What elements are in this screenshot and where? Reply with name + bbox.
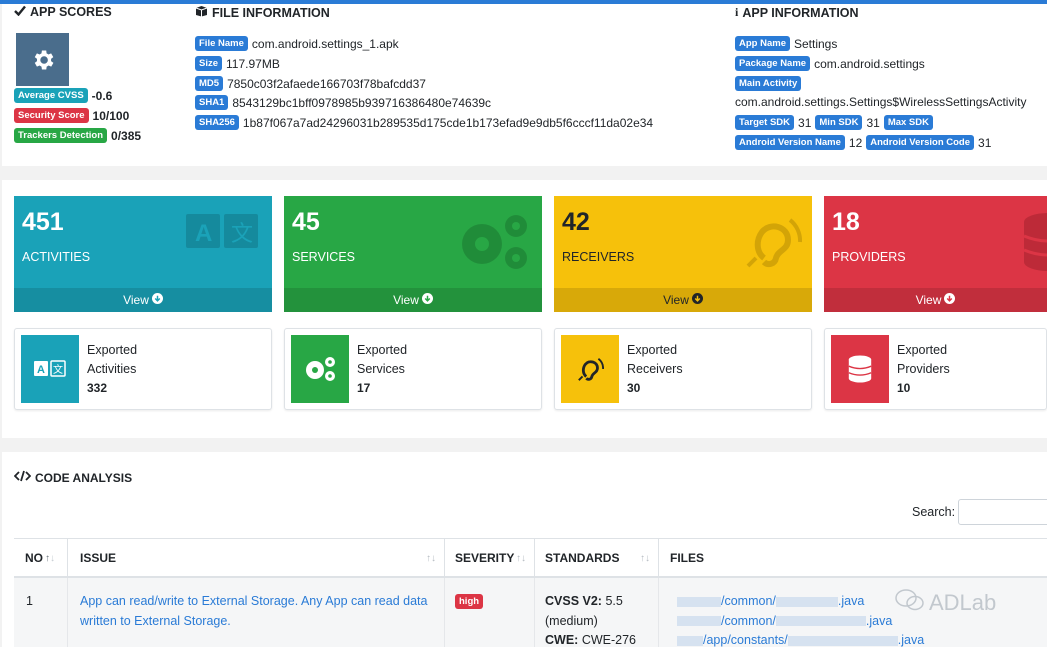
circle-arrow-down-icon — [944, 293, 956, 307]
sha1-row: SHA1 8543129bc1bff0978985b939716386480e7… — [195, 95, 491, 110]
sdk-row: Target SDK 31 Min SDK 31 Max SDK — [735, 115, 933, 130]
file-name-row: File Name com.android.settings_1.apk — [195, 36, 399, 51]
receivers-label: RECEIVERS — [562, 250, 635, 264]
search-label: Search: — [912, 505, 956, 519]
watermark: ADLab — [895, 588, 996, 618]
circle-arrow-down-icon — [151, 293, 163, 307]
exported-activities-count: 332 — [87, 381, 108, 395]
check-icon — [14, 5, 26, 19]
database-icon — [831, 335, 889, 403]
version-row: Android Version Name 12 Android Version … — [735, 135, 991, 150]
database-icon — [1023, 212, 1047, 277]
average-cvss-badge: Average CVSS — [14, 88, 88, 103]
trackers-value: 0/385 — [111, 128, 142, 143]
ear-icon — [561, 335, 619, 403]
security-score-row: Security Score 10/100 — [14, 108, 129, 123]
exported-receivers-count: 30 — [627, 381, 641, 395]
sort-icon: ↑↓ — [426, 552, 436, 564]
code-icon — [13, 470, 32, 485]
app-name-row: App Name Settings — [735, 36, 837, 51]
circle-arrow-down-icon — [421, 293, 433, 307]
standards-cell: CVSS V2: 5.5 (medium) CWE: CWE-276 — [534, 578, 658, 647]
circle-arrow-down-icon — [691, 293, 703, 307]
code-analysis-title: CODE ANALYSIS — [13, 470, 132, 485]
box-icon — [195, 5, 208, 20]
severity-cell: high — [444, 578, 534, 647]
main-activity-row: Main Activity — [735, 76, 802, 91]
cogs-icon — [291, 335, 349, 403]
exported-providers-box: Exported Providers 10 — [824, 328, 1047, 410]
sort-asc-icon: ↑↓ — [45, 552, 55, 564]
sort-icon: ↑↓ — [516, 552, 526, 564]
exported-services-box: Exported Services 17 — [284, 328, 542, 410]
svg-text:文: 文 — [231, 222, 253, 247]
security-score-value: 10/100 — [92, 108, 130, 123]
app-info-title: i APP INFORMATION — [735, 5, 859, 20]
file-link[interactable]: /app/constants/.java — [677, 631, 1047, 647]
services-count: 45 — [292, 208, 320, 236]
column-header-standards[interactable]: STANDARDS ↑↓ — [534, 539, 658, 577]
security-score-badge: Security Score — [14, 108, 89, 123]
table-row: 1 App can read/write to External Storage… — [14, 578, 1047, 647]
trackers-row: Trackers Detection 0/385 — [14, 128, 141, 143]
severity-badge: high — [455, 594, 484, 610]
activities-label: ACTIVITIES — [22, 250, 91, 264]
providers-view-button[interactable]: View — [824, 288, 1047, 312]
trackers-badge: Trackers Detection — [14, 128, 108, 143]
receivers-count: 42 — [562, 208, 590, 236]
info-icon: i — [735, 5, 739, 19]
services-tile: 45 SERVICES View — [284, 196, 542, 312]
providers-count: 18 — [832, 208, 860, 236]
exported-receivers-box: Exported Receivers 30 — [554, 328, 812, 410]
exported-activities-box: A文 Exported Activities 332 — [14, 328, 272, 410]
services-label: SERVICES — [292, 250, 355, 264]
translate-icon: A文 — [21, 335, 79, 403]
column-header-severity[interactable]: SEVERITY ↑↓ — [444, 539, 534, 577]
svg-text:A: A — [37, 364, 45, 376]
receivers-view-button[interactable]: View — [554, 288, 812, 312]
table-header: NO ↑↓ ISSUE ↑↓ SEVERITY ↑↓ STANDARDS ↑↓ … — [14, 538, 1047, 578]
translate-icon: A文 — [186, 212, 262, 257]
activities-view-button[interactable]: View — [14, 288, 272, 312]
app-scores-title: APP SCORES — [14, 5, 112, 19]
column-header-issue[interactable]: ISSUE ↑↓ — [67, 539, 444, 577]
average-cvss-value: -0.6 — [91, 88, 113, 103]
wechat-icon — [895, 588, 925, 618]
issue-cell: App can read/write to External Storage. … — [67, 578, 444, 647]
row-number: 1 — [26, 594, 33, 608]
gear-icon — [34, 49, 53, 70]
ear-icon — [742, 212, 803, 277]
svg-text:文: 文 — [53, 363, 63, 376]
search-input[interactable] — [958, 499, 1047, 525]
average-cvss-row: Average CVSS -0.6 — [14, 88, 112, 103]
activities-tile: 451 ACTIVITIES A文 View — [14, 196, 272, 312]
sha256-row: SHA256 1b87f067a7ad24296031b289535d175cd… — [195, 115, 653, 130]
info-card: APP SCORES Average CVSS -0.6 Security Sc… — [2, 4, 1047, 166]
main-activity-value: com.android.settings.Settings$WirelessSe… — [735, 95, 1027, 109]
services-view-button[interactable]: View — [284, 288, 542, 312]
cogs-icon — [456, 212, 532, 277]
column-header-files[interactable]: FILES — [658, 539, 1047, 577]
sort-icon: ↑↓ — [640, 552, 650, 564]
exported-providers-count: 10 — [897, 381, 911, 395]
package-name-row: Package Name com.android.settings — [735, 56, 925, 71]
issue-link[interactable]: App can read/write to External Storage. … — [80, 594, 427, 628]
code-analysis-card: CODE ANALYSIS Search: NO ↑↓ ISSUE ↑↓ SEV… — [2, 452, 1047, 647]
size-row: Size 117.97MB — [195, 56, 280, 71]
md5-row: MD5 7850c03f2afaede166703f78bafcdd37 — [195, 76, 426, 91]
receivers-tile: 42 RECEIVERS View — [554, 196, 812, 312]
exported-services-count: 17 — [357, 381, 371, 395]
providers-tile: 18 PROVIDERS View — [824, 196, 1047, 312]
app-icon-gear — [16, 33, 69, 86]
column-header-no[interactable]: NO ↑↓ — [14, 539, 67, 577]
component-stats-card: 451 ACTIVITIES A文 View 45 SERVICES View … — [2, 180, 1047, 438]
file-info-title: FILE INFORMATION — [195, 5, 330, 20]
activities-count: 451 — [22, 208, 64, 236]
svg-text:A: A — [195, 220, 212, 247]
providers-label: PROVIDERS — [832, 250, 906, 264]
